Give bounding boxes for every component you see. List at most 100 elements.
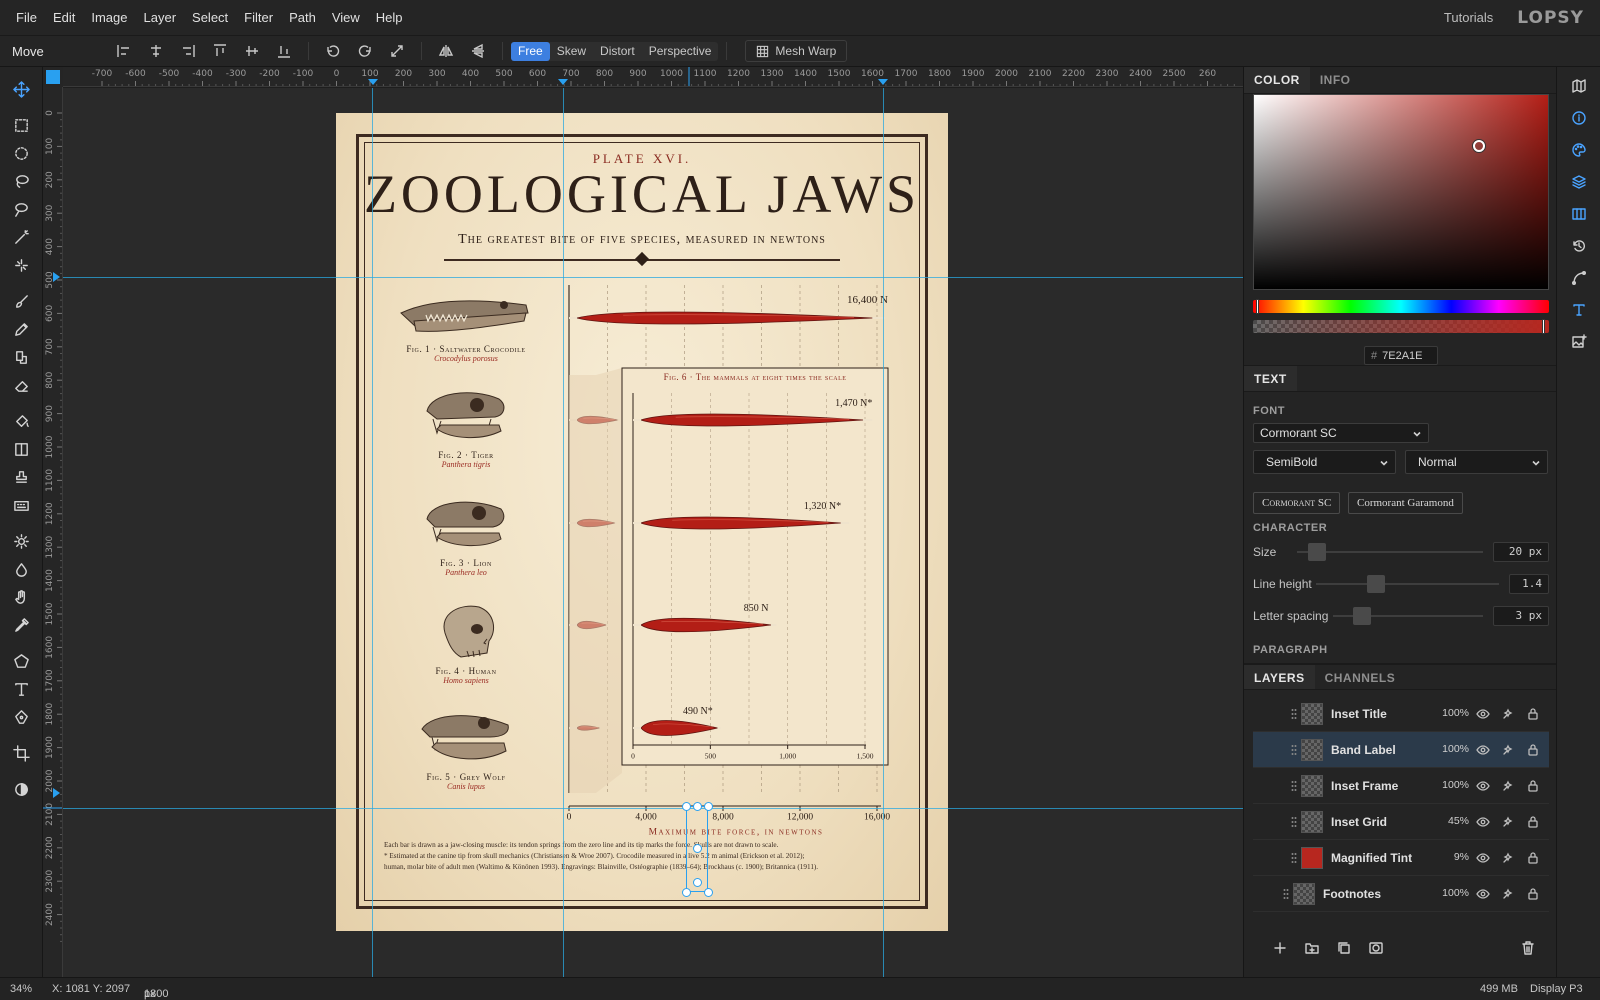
- channels-panel-button[interactable]: [1569, 204, 1589, 224]
- tab-color[interactable]: COLOR: [1244, 67, 1310, 93]
- shape-tool[interactable]: [6, 648, 36, 674]
- type-tool[interactable]: [6, 676, 36, 702]
- effects-icon[interactable]: [1501, 707, 1515, 721]
- menu-edit[interactable]: Edit: [45, 0, 83, 36]
- transform-handle[interactable]: [704, 802, 713, 811]
- stamp-tool[interactable]: [6, 464, 36, 490]
- transform-handle[interactable]: [693, 802, 702, 811]
- scale-button[interactable]: [381, 38, 413, 64]
- drag-handle-icon[interactable]: [1291, 708, 1297, 720]
- layer-row[interactable]: Magnified Tint 9%: [1253, 840, 1549, 876]
- drag-handle-icon[interactable]: [1291, 744, 1297, 756]
- eye-icon[interactable]: [1476, 779, 1490, 793]
- mode-perspective[interactable]: Perspective: [642, 42, 719, 61]
- size-slider-thumb[interactable]: [1308, 543, 1327, 561]
- tab-channels[interactable]: CHANNELS: [1315, 665, 1406, 689]
- fill-tool[interactable]: [6, 408, 36, 434]
- pencil-tool[interactable]: [6, 316, 36, 342]
- new-layer-button[interactable]: [1272, 940, 1290, 958]
- layer-opacity[interactable]: 45%: [1433, 815, 1469, 827]
- move-tool[interactable]: [6, 76, 36, 102]
- layer-row[interactable]: Inset Title 100%: [1253, 696, 1549, 732]
- brush-tool[interactable]: [6, 288, 36, 314]
- font-family-select[interactable]: Cormorant SC: [1253, 423, 1429, 443]
- layer-opacity[interactable]: 9%: [1433, 851, 1469, 863]
- ellipse-select-tool[interactable]: [6, 140, 36, 166]
- zoom-level[interactable]: 34%: [10, 983, 32, 995]
- effects-icon[interactable]: [1501, 887, 1515, 901]
- align-bottom-button[interactable]: [268, 38, 300, 64]
- mode-skew[interactable]: Skew: [550, 42, 593, 61]
- mode-free[interactable]: Free: [511, 41, 550, 61]
- canvas-area[interactable]: PLATE XVI. ZOOLOGICAL JAWS The greatest …: [63, 88, 1243, 977]
- eyedropper-tool[interactable]: [6, 612, 36, 638]
- crop-tool[interactable]: [6, 740, 36, 766]
- effects-icon[interactable]: [1501, 779, 1515, 793]
- info-panel-button[interactable]: [1569, 108, 1589, 128]
- menu-filter[interactable]: Filter: [236, 0, 281, 36]
- quick-mask-toggle[interactable]: [6, 776, 36, 802]
- object-select-tool[interactable]: [6, 252, 36, 278]
- align-right-button[interactable]: [172, 38, 204, 64]
- paths-panel-button[interactable]: [1569, 268, 1589, 288]
- layer-opacity[interactable]: 100%: [1433, 743, 1469, 755]
- layer-opacity[interactable]: 100%: [1433, 779, 1469, 791]
- tab-text[interactable]: TEXT: [1244, 366, 1297, 391]
- duplicate-layer-button[interactable]: [1336, 940, 1354, 958]
- layer-mask-button[interactable]: [1368, 940, 1386, 958]
- horizontal-ruler[interactable]: -700 -600 -500 -400 -300 -200 -100 0 100 200 300 40…: [63, 67, 1243, 87]
- pen-tool[interactable]: [6, 704, 36, 730]
- lasso-tool[interactable]: [6, 168, 36, 194]
- transform-handle[interactable]: [693, 878, 702, 887]
- dodge-tool[interactable]: [6, 528, 36, 554]
- menu-help[interactable]: Help: [368, 0, 411, 36]
- drag-handle-icon[interactable]: [1283, 888, 1289, 900]
- eye-icon[interactable]: [1476, 707, 1490, 721]
- hex-input[interactable]: # 7E2A1E: [1364, 346, 1438, 365]
- guide-vertical[interactable]: [372, 88, 373, 977]
- eye-icon[interactable]: [1476, 743, 1490, 757]
- eye-icon[interactable]: [1476, 815, 1490, 829]
- magic-wand-tool[interactable]: [6, 224, 36, 250]
- align-top-button[interactable]: [204, 38, 236, 64]
- menu-image[interactable]: Image: [83, 0, 135, 36]
- layers-panel-button[interactable]: [1569, 172, 1589, 192]
- menu-select[interactable]: Select: [184, 0, 236, 36]
- line-height-input[interactable]: 1.4: [1509, 574, 1549, 594]
- mesh-warp-button[interactable]: Mesh Warp: [745, 40, 848, 62]
- lock-icon[interactable]: [1526, 707, 1540, 721]
- alpha-slider[interactable]: [1253, 319, 1549, 334]
- quick-select-tool[interactable]: [6, 196, 36, 222]
- rect-select-tool[interactable]: [6, 112, 36, 138]
- history-panel-button[interactable]: [1569, 236, 1589, 256]
- recent-font-chip[interactable]: Cormorant SC: [1253, 492, 1341, 514]
- rotate-ccw-button[interactable]: [317, 38, 349, 64]
- effects-icon[interactable]: [1501, 743, 1515, 757]
- hand-tool[interactable]: [6, 584, 36, 610]
- new-group-button[interactable]: [1304, 940, 1322, 958]
- guide-vertical[interactable]: [563, 88, 564, 977]
- transform-handle[interactable]: [682, 802, 691, 811]
- menu-layer[interactable]: Layer: [136, 0, 185, 36]
- drag-handle-icon[interactable]: [1291, 852, 1297, 864]
- lock-icon[interactable]: [1526, 815, 1540, 829]
- guide-horizontal[interactable]: [63, 808, 1243, 809]
- pattern-tool[interactable]: [6, 492, 36, 518]
- recent-font-chip[interactable]: Cormorant Garamond: [1348, 492, 1463, 514]
- font-weight-select[interactable]: SemiBold: [1253, 450, 1396, 474]
- gradient-tool[interactable]: [6, 436, 36, 462]
- transform-handle[interactable]: [682, 888, 691, 897]
- eraser-tool[interactable]: [6, 372, 36, 398]
- flip-vertical-button[interactable]: [462, 38, 494, 64]
- align-center-h-button[interactable]: [140, 38, 172, 64]
- hue-slider[interactable]: [1253, 299, 1549, 314]
- letter-spacing-slider-thumb[interactable]: [1352, 607, 1371, 625]
- lock-icon[interactable]: [1526, 779, 1540, 793]
- menu-view[interactable]: View: [324, 0, 368, 36]
- rotate-cw-button[interactable]: [349, 38, 381, 64]
- drag-handle-icon[interactable]: [1291, 816, 1297, 828]
- alpha-slider-thumb[interactable]: [1542, 319, 1546, 334]
- hue-slider-thumb[interactable]: [1256, 299, 1260, 314]
- layer-row[interactable]: Band Label 100%: [1253, 732, 1549, 768]
- transform-handle[interactable]: [704, 888, 713, 897]
